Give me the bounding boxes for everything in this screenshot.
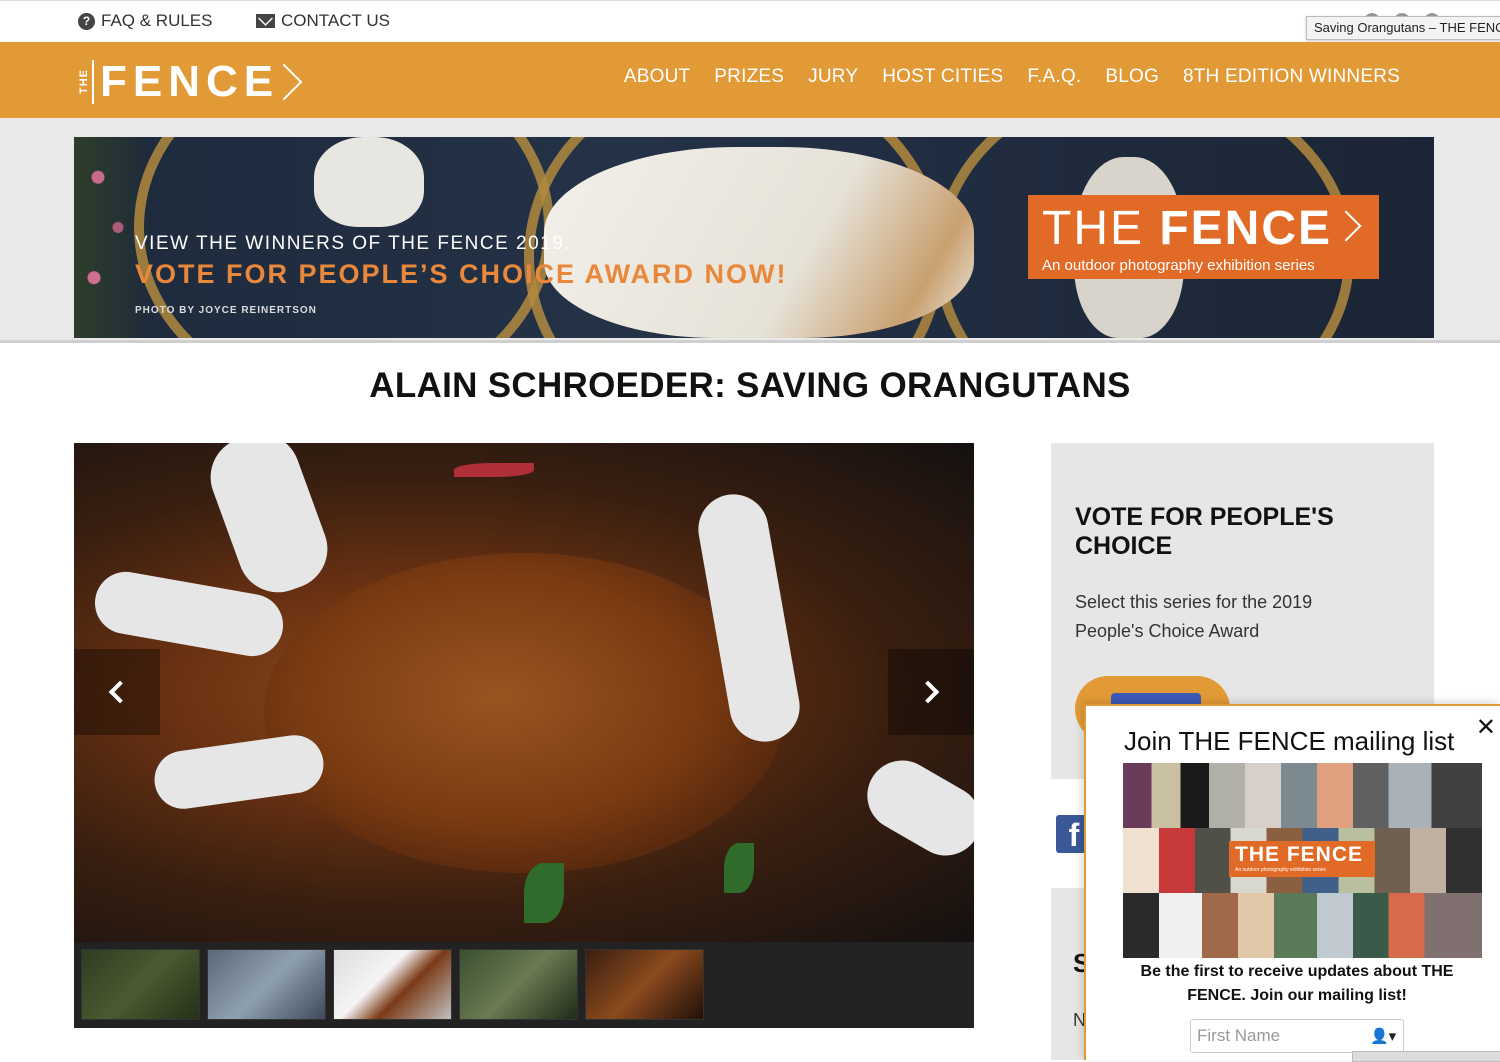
leaf-shape [724,843,754,893]
nav-prizes[interactable]: PRIZES [714,66,784,88]
contact-us-label: CONTACT US [281,11,390,30]
mailing-list-popup: ✕ Join THE FENCE mailing list THE FENCE … [1084,704,1500,1062]
banner-fence-badge: THE FENCE An outdoor photography exhibit… [1028,195,1379,279]
envelope-icon [256,14,275,28]
glove-shape [199,443,339,604]
promo-banner[interactable]: VIEW THE WINNERS OF THE FENCE 2019. VOTE… [74,137,1434,338]
banner-cta: VOTE FOR PEOPLE’S CHOICE AWARD NOW! [135,259,788,289]
gallery-prev-button[interactable] [74,649,160,735]
logo-fence: FENCE [100,57,280,106]
faq-rules-link[interactable]: ? FAQ & RULES [78,11,212,31]
popup-bottom-strip [1352,1051,1500,1062]
gallery-thumbnail[interactable] [81,949,200,1020]
glove-shape [854,747,974,869]
faq-rules-label: FAQ & RULES [101,11,213,30]
popup-description: Be the first to receive updates about TH… [1140,963,1454,1004]
collage-logo-title: THE FENCE [1235,843,1364,866]
nav-faq[interactable]: F.A.Q. [1027,66,1081,88]
nav-blog[interactable]: BLOG [1105,66,1159,88]
main-navbar: THE FENCE ABOUT PRIZES JURY HOST CITIES … [0,42,1500,118]
banner-section: VIEW THE WINNERS OF THE FENCE 2019. VOTE… [0,118,1500,343]
collage-row [1123,893,1482,958]
popup-collage-image: THE FENCE An outdoor photography exhibit… [1123,763,1482,958]
close-icon[interactable]: ✕ [1476,716,1496,740]
main-photo[interactable] [74,443,974,942]
badge-chevron-icon [1330,210,1362,242]
nav-8th-edition-winners[interactable]: 8TH EDITION WINNERS [1183,66,1400,88]
gallery-thumbnail[interactable] [333,949,452,1020]
browser-tooltip: Saving Orangutans – THE FENCE [1306,16,1500,40]
nav-jury[interactable]: JURY [808,66,858,88]
chevron-left-icon [108,680,132,704]
orangutan-shape [264,553,784,873]
collage-logo: THE FENCE An outdoor photography exhibit… [1229,841,1375,877]
the-fence-logo[interactable]: THE FENCE [78,57,303,106]
question-circle-icon: ? [78,12,95,30]
banner-photo-credit: PHOTO BY JOYCE REINERTSON [135,305,317,316]
chevron-right-icon [916,680,940,704]
nav-host-cities[interactable]: HOST CITIES [882,66,1003,88]
gallery-thumbnail-active[interactable] [585,949,704,1020]
collage-logo-subtitle: An outdoor photography exhibition series [1235,867,1326,873]
glove-shape [150,731,328,813]
vote-heading: VOTE FOR PEOPLE'S CHOICE [1075,503,1334,560]
utility-bar: ? FAQ & RULES CONTACT US [0,0,1500,42]
badge-subtitle: An outdoor photography exhibition series [1042,257,1315,274]
logo-the: THE [78,60,94,104]
page-title: ALAIN SCHROEDER: SAVING ORANGUTANS [369,366,1131,405]
thumbnail-strip [81,949,704,1020]
leaf-shape [454,463,534,477]
gallery-thumbnail[interactable] [459,949,578,1020]
popup-title: Join THE FENCE mailing list [1124,726,1455,756]
nav-links: ABOUT PRIZES JURY HOST CITIES F.A.Q. BLO… [624,66,1400,88]
photo-gallery [74,443,974,1028]
contact-us-link[interactable]: CONTACT US [256,11,390,31]
nav-about[interactable]: ABOUT [624,66,690,88]
banner-cat [314,137,424,227]
badge-title: THE FENCE [1042,202,1333,255]
gallery-next-button[interactable] [888,649,974,735]
banner-headline: VIEW THE WINNERS OF THE FENCE 2019. [135,233,572,254]
gallery-thumbnail[interactable] [207,949,326,1020]
person-dropdown-icon[interactable]: 👤▾ [1370,1027,1396,1045]
banner-cat [544,147,974,338]
leaf-shape [524,863,564,923]
vote-description: Select this series for the 2019 People's… [1075,592,1313,641]
